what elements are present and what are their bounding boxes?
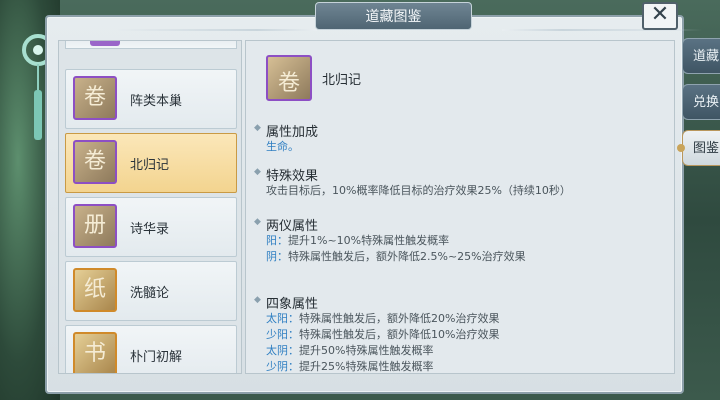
list-item[interactable]: 册 诗华录 bbox=[65, 197, 237, 257]
sixiang-line: 少阳：特殊属性触发后，额外降低10%治疗效果 bbox=[266, 328, 500, 341]
list-item-label: 北归记 bbox=[130, 158, 170, 173]
liangyi-line: 阳：提升1%~10%特殊属性触发概率 bbox=[266, 234, 450, 247]
item-icon-partial bbox=[90, 41, 120, 46]
liangyi-section: ◆ 两仪属性 阳：提升1%~10%特殊属性触发概率 阴：特殊属性触发后，额外降低2… bbox=[254, 215, 666, 265]
sixiang-line: 太阴：提升50%特殊属性触发概率 bbox=[266, 344, 434, 357]
item-detail-panel: 卷 北归记 ◆ 属性加成 生命。 ◆ 特殊效果 攻击目标后，10%概率降低目标的治疗… bbox=[245, 40, 675, 374]
attr-bonus-section: ◆ 属性加成 生命。 bbox=[254, 121, 666, 155]
sixiang-line: 少阴：提升25%特殊属性触发概率 bbox=[266, 360, 434, 373]
diamond-bullet-icon: ◆ bbox=[254, 123, 261, 133]
window-title: 道藏图鉴 bbox=[315, 2, 472, 30]
list-item-label: 洗髓论 bbox=[130, 286, 170, 301]
diamond-bullet-icon: ◆ bbox=[254, 217, 261, 227]
liangyi-line: 阴：特殊属性触发后，额外降低2.5%~25%治疗效果 bbox=[266, 250, 526, 263]
diamond-bullet-icon: ◆ bbox=[254, 167, 261, 177]
list-item[interactable]: 书 朴门初解 bbox=[65, 325, 237, 373]
list-item[interactable]: 纸 洗髓论 bbox=[65, 261, 237, 321]
section-heading: 属性加成 bbox=[266, 125, 319, 140]
special-effect-text: 攻击目标后，10%概率降低目标的治疗效果25%（持续10秒） bbox=[266, 184, 571, 197]
section-heading: 四象属性 bbox=[266, 297, 319, 312]
section-heading: 两仪属性 bbox=[266, 219, 319, 234]
tab-codex[interactable]: 图鉴 bbox=[677, 130, 720, 166]
active-tab-marker-icon bbox=[677, 144, 685, 152]
scroll-icon: 卷 bbox=[266, 55, 312, 101]
item-name: 北归记 bbox=[322, 73, 362, 88]
list-item-label: 诗华录 bbox=[130, 222, 170, 237]
sixiang-section: ◆ 四象属性 太阳：特殊属性触发后，额外降低20%治疗效果 少阳：特殊属性触发后，… bbox=[254, 293, 666, 375]
list-item-label: 阵类本巢 bbox=[130, 94, 183, 109]
attr-bonus-value: 生命。 bbox=[266, 140, 299, 153]
scroll-seal-icon: 卷 bbox=[73, 76, 117, 120]
parchment-icon: 纸 bbox=[73, 268, 117, 312]
book-icon: 书 bbox=[73, 332, 117, 373]
tab-exchange[interactable]: 兑换 bbox=[682, 84, 720, 120]
diamond-bullet-icon: ◆ bbox=[254, 295, 261, 305]
tab-daozang[interactable]: 道藏 bbox=[682, 38, 720, 74]
tab-label: 图鉴 bbox=[693, 141, 720, 156]
scroll-icon: 卷 bbox=[73, 140, 117, 184]
list-item-selected[interactable]: 卷 北归记 bbox=[65, 133, 237, 193]
special-effect-section: ◆ 特殊效果 攻击目标后，10%概率降低目标的治疗效果25%（持续10秒） bbox=[254, 165, 666, 199]
list-item-label: 朴门初解 bbox=[130, 350, 183, 365]
list-item[interactable]: 卷 阵类本巢 bbox=[65, 69, 237, 129]
close-button[interactable]: ✕ bbox=[642, 2, 678, 30]
section-heading: 特殊效果 bbox=[266, 169, 319, 184]
item-list[interactable]: 卷 阵类本巢 卷 北归记 册 诗华录 纸 洗髓论 书 朴门初解 bbox=[58, 40, 242, 374]
list-item-partial[interactable] bbox=[65, 41, 237, 49]
open-book-icon: 册 bbox=[73, 204, 117, 248]
title-ornament-left bbox=[117, 29, 317, 31]
sixiang-line: 太阳：特殊属性触发后，额外降低20%治疗效果 bbox=[266, 312, 500, 325]
